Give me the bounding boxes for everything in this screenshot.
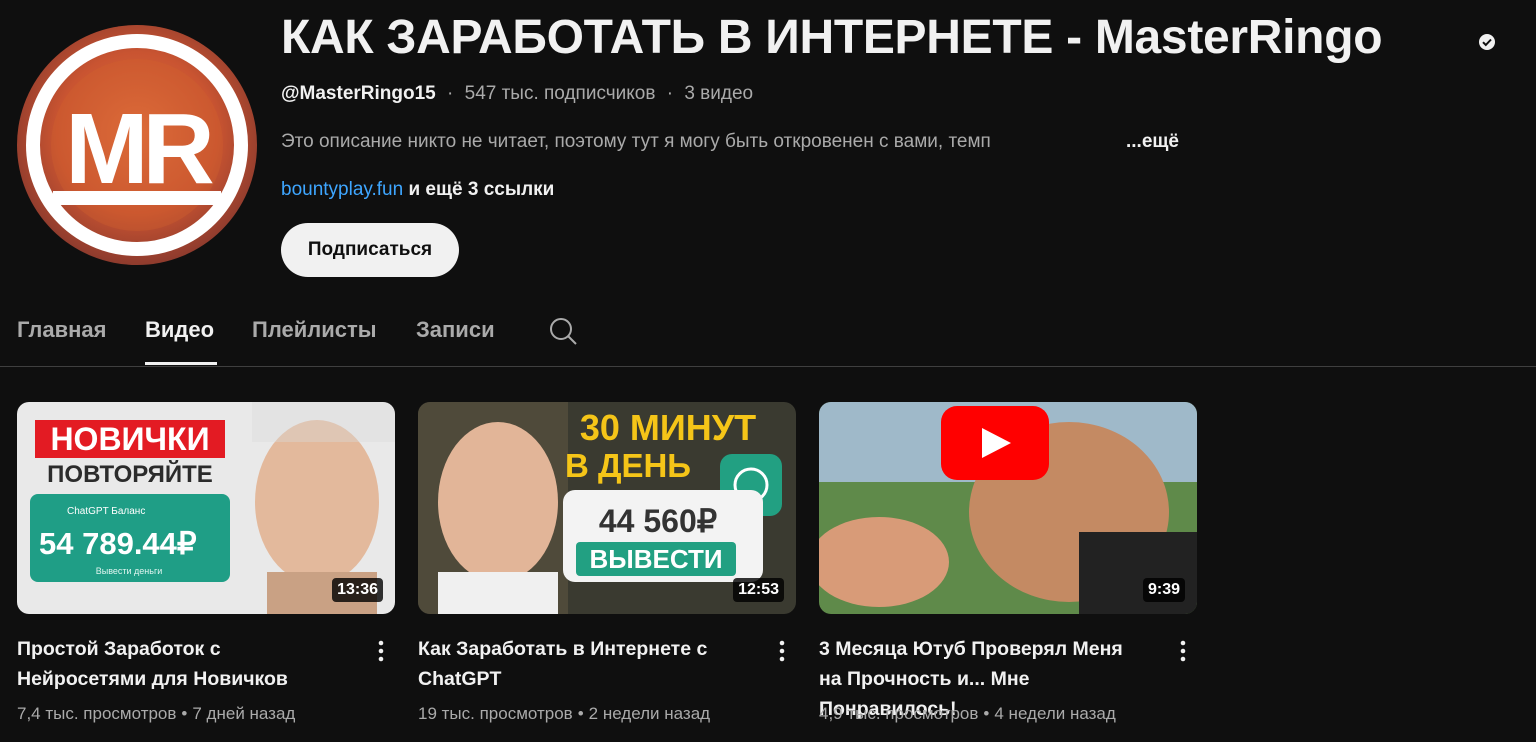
meta-separator: •: [983, 704, 990, 723]
more-links-button[interactable]: и ещё 3 ссылки: [403, 179, 554, 200]
meta-separator: ·: [447, 83, 454, 104]
video-card[interactable]: 30 МИНУТ В ДЕНЬ 44 560₽ ВЫВЕСТИ 12:53 Ка…: [418, 402, 796, 723]
video-duration: 12:53: [733, 578, 784, 602]
thumb-text-line2: ПОВТОРЯЙТЕ: [47, 460, 213, 488]
channel-link[interactable]: bountyplay.fun: [281, 179, 403, 200]
channel-links: bountyplay.fun и ещё 3 ссылки: [281, 179, 554, 201]
thumb-text-line1: 30 МИНУТ: [580, 407, 756, 448]
meta-separator: •: [577, 704, 584, 723]
video-card[interactable]: 9:39 3 Месяца Ютуб Проверял Меня на Проч…: [819, 402, 1197, 723]
more-vert-icon[interactable]: [1173, 638, 1193, 664]
verified-check-icon: [1479, 34, 1495, 50]
video-views: 7,4 тыс. просмотров: [17, 704, 177, 723]
channel-handle: @MasterRingo15: [281, 83, 436, 104]
thumb-text-line2: В ДЕНЬ: [565, 447, 691, 484]
thumb-button: ВЫВЕСТИ: [589, 544, 722, 574]
thumb-card-sub: Вывести деньги: [96, 566, 163, 576]
tab-home[interactable]: Главная: [17, 317, 106, 343]
tab-videos[interactable]: Видео: [145, 317, 214, 343]
tab-playlists[interactable]: Плейлисты: [252, 317, 377, 343]
video-count: 3 видео: [684, 83, 754, 104]
avatar-letters: MR: [65, 93, 213, 205]
video-thumbnail[interactable]: НОВИЧКИ ПОВТОРЯЙТЕ ChatGPT Баланс 54 789…: [17, 402, 395, 614]
meta-separator: ·: [666, 83, 674, 104]
video-meta: 7,4 тыс. просмотров • 7 дней назад: [17, 704, 295, 724]
video-thumbnail[interactable]: 30 МИНУТ В ДЕНЬ 44 560₽ ВЫВЕСТИ 12:53: [418, 402, 796, 614]
channel-title: КАК ЗАРАБОТАТЬ В ИНТЕРНЕТЕ - MasterRingo: [281, 11, 1383, 64]
more-vert-icon[interactable]: [371, 638, 391, 664]
video-age: 7 дней назад: [192, 704, 296, 723]
channel-avatar[interactable]: MR: [17, 25, 257, 265]
description-more-button[interactable]: ...ещё: [1126, 131, 1179, 153]
video-title[interactable]: Как Заработать в Интернете с ChatGPT: [418, 634, 748, 694]
meta-separator: •: [181, 704, 188, 723]
video-thumbnail[interactable]: 9:39: [819, 402, 1197, 614]
active-tab-indicator: [145, 362, 217, 365]
video-meta: 19 тыс. просмотров • 2 недели назад: [418, 704, 710, 724]
video-meta: 4,9 тыс. просмотров • 4 недели назад: [819, 704, 1116, 724]
video-views: 4,9 тыс. просмотров: [819, 704, 979, 723]
search-icon[interactable]: [548, 316, 578, 346]
tab-posts[interactable]: Записи: [416, 317, 495, 343]
channel-tabs: Главная Видео Плейлисты Записи: [0, 300, 1536, 367]
channel-description[interactable]: Это описание никто не читает, поэтому ту…: [281, 131, 1181, 153]
video-duration: 9:39: [1142, 578, 1185, 602]
video-age: 4 недели назад: [994, 704, 1116, 723]
video-title[interactable]: Простой Заработок с Нейросетями для Нови…: [17, 634, 347, 694]
thumb-amount: 54 789.44₽: [39, 526, 197, 561]
description-text: Это описание никто не читает, поэтому ту…: [281, 131, 991, 152]
thumb-amount: 44 560₽: [599, 503, 717, 539]
video-views: 19 тыс. просмотров: [418, 704, 573, 723]
video-age: 2 недели назад: [588, 704, 711, 723]
video-duration: 13:36: [332, 578, 383, 602]
video-card[interactable]: НОВИЧКИ ПОВТОРЯЙТЕ ChatGPT Баланс 54 789…: [17, 402, 395, 723]
thumb-card-label: ChatGPT Баланс: [67, 506, 145, 517]
thumb-text-line1: НОВИЧКИ: [50, 421, 209, 457]
more-vert-icon[interactable]: [772, 638, 792, 664]
subscribe-button[interactable]: Подписаться: [281, 223, 459, 277]
subscriber-count: 547 тыс. подписчиков: [464, 83, 656, 104]
channel-meta: @MasterRingo15 · 547 тыс. подписчиков · …: [281, 83, 753, 105]
